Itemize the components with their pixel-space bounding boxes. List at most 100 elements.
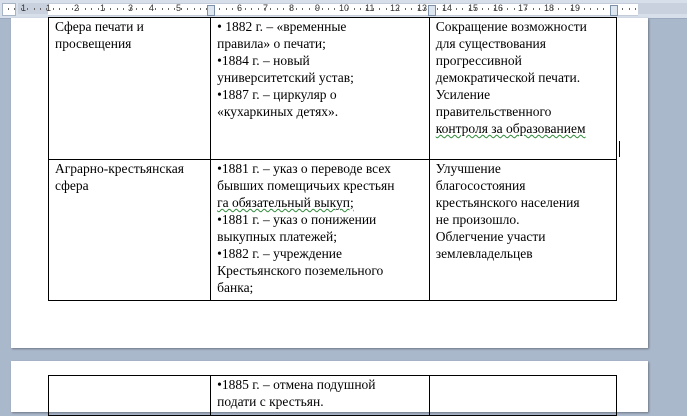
ruler-tick [520, 8, 521, 10]
table-cell-sphere[interactable]: Аграрно-крестьянская сфера [47, 159, 212, 301]
ruler-tick [494, 8, 495, 10]
ruler-tick [392, 8, 393, 10]
ruler-tick [270, 8, 271, 10]
cell-line: выкупных платежей; [217, 229, 337, 244]
ruler-tick [539, 8, 540, 10]
ruler-tick [514, 8, 515, 10]
ruler-tick [168, 8, 169, 10]
table-cell-measures[interactable]: •1885 г. – отмена подушной подати с крес… [210, 375, 430, 416]
cell-line: Аграрно-крестьянская [55, 161, 184, 176]
ruler-tick [622, 8, 623, 10]
ruler-tick [130, 8, 131, 10]
ruler-tick [322, 8, 323, 10]
ruler-tick [85, 8, 86, 10]
cell-line: для существования [435, 36, 546, 51]
cell-line: Сокращение возможности [435, 19, 587, 34]
table-cell-sphere[interactable] [47, 375, 212, 416]
ruler-tick [386, 8, 387, 10]
ruler-tick [578, 8, 579, 10]
ruler-tick [558, 8, 559, 10]
table-cell-measures[interactable]: • 1882 г. – «временные правила» о печати… [210, 17, 430, 160]
ruler-tick [123, 8, 124, 10]
table-cell-results[interactable]: Улучшение благосостояния крестьянского н… [428, 159, 618, 301]
cell-line: сфера [55, 178, 89, 193]
ruler-tick [181, 8, 182, 10]
ruler-tick [40, 8, 41, 10]
cell-line: • 1882 г. – «временные [217, 19, 347, 34]
ruler-tick [373, 8, 374, 10]
ruler-tick [315, 8, 316, 10]
column-marker[interactable] [610, 5, 618, 16]
cell-line: •1882 г. – учреждение [217, 246, 343, 261]
ruler-tick [379, 8, 380, 10]
cell-line: •1887 г. – циркуляр о [217, 87, 337, 102]
ruler-tick [456, 8, 457, 10]
cell-line: демократической печати. [435, 70, 581, 85]
reforms-table: Сфера печати и просвещения • 1882 г. – «… [47, 17, 618, 301]
ruler-tick [603, 8, 604, 10]
ruler-tick [72, 8, 73, 10]
ruler-tick [110, 8, 111, 10]
cell-line: Облегчение участи [435, 229, 546, 244]
table-row: •1885 г. – отмена подушной подати с крес… [47, 375, 618, 416]
cell-line: «кухаркиных детях». [217, 104, 339, 119]
column-marker[interactable] [207, 5, 215, 16]
ruler-tick [469, 8, 470, 10]
ruler-tick [398, 8, 399, 10]
cell-line: •1881 г. – указ о понижении [217, 212, 377, 227]
ruler-tick [296, 8, 297, 10]
ruler-tick [66, 8, 67, 10]
ruler-tick [347, 8, 348, 10]
table-cell-sphere[interactable]: Сфера печати и просвещения [47, 17, 212, 160]
table-cell-measures[interactable]: •1881 г. – указ о переводе всех бывших п… [210, 159, 430, 301]
cell-line: просвещения [55, 36, 132, 51]
cell-line: подати с крестьян. [217, 394, 324, 409]
ruler-tick [418, 8, 419, 10]
cell-line: Сфера печати и [55, 19, 144, 34]
document-page[interactable]: •1885 г. – отмена подушной подати с крес… [11, 361, 648, 416]
ruler-tick [283, 8, 284, 10]
ruler-tick [290, 8, 291, 10]
ruler-tick [437, 8, 438, 10]
ruler-tick [552, 8, 553, 10]
ruler-tick [232, 8, 233, 10]
reforms-table-continuation: •1885 г. – отмена подушной подати с крес… [47, 375, 618, 416]
cell-line: •1881 г. – указ о переводе всех [217, 161, 391, 176]
ruler-tick [104, 8, 105, 10]
ruler-tick [14, 8, 15, 10]
ruler-tick [264, 8, 265, 10]
ruler-tick [194, 8, 195, 10]
ruler-tick [360, 8, 361, 10]
cell-line: правительственного [435, 104, 552, 119]
cell-line: га обязательный выкуп; [217, 195, 354, 210]
cell-line: правила» о печати; [217, 36, 326, 51]
table-cell-results[interactable]: Сокращение возможности для существования… [428, 17, 618, 160]
ruler-tick [526, 8, 527, 10]
cell-line: •1885 г. – отмена подушной [217, 377, 376, 392]
ruler-tick [277, 8, 278, 10]
ruler-tick [341, 8, 342, 10]
ruler-tick [136, 8, 137, 10]
document-page[interactable]: Сфера печати и просвещения • 1882 г. – «… [11, 17, 648, 348]
column-marker[interactable] [428, 5, 436, 16]
ruler-tick [462, 8, 463, 10]
cell-line: не произошло. [435, 212, 520, 227]
ruler-tick [117, 8, 118, 10]
ruler-tick [366, 8, 367, 10]
ruler-tick [424, 8, 425, 10]
ruler-tick [8, 8, 9, 10]
ruler-tick [98, 8, 99, 10]
ruler-tick [53, 8, 54, 10]
ruler-tick [46, 8, 47, 10]
ruler-tick [78, 8, 79, 10]
ruler-tick [565, 8, 566, 10]
ruler-tick [482, 8, 483, 10]
ruler-tick [635, 8, 636, 10]
cell-line: Улучшение [435, 161, 501, 176]
ruler-tick [155, 8, 156, 10]
ruler-tick [309, 8, 310, 10]
table-cell-results[interactable] [428, 375, 618, 416]
ruler-tick [59, 8, 60, 10]
ruler-tick [187, 8, 188, 10]
ruler-tick [245, 8, 246, 10]
